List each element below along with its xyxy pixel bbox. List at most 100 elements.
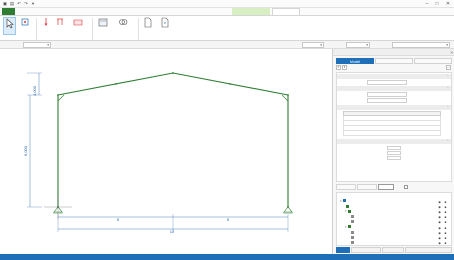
color-swatch-icon[interactable]: ■ <box>443 241 448 245</box>
maximize-button[interactable]: □ <box>432 0 442 8</box>
visibility-icon[interactable]: ◉ <box>437 231 442 235</box>
filter-icon[interactable]: ▾ <box>342 65 347 70</box>
tab-modell[interactable]: Modell <box>336 58 374 64</box>
import-button[interactable] <box>141 17 154 35</box>
property-value[interactable] <box>367 92 407 97</box>
tab-display[interactable] <box>97 8 114 15</box>
tree-node-icon <box>347 209 351 213</box>
dim-height-total-label: 6,000 <box>23 145 28 156</box>
tab-start[interactable] <box>16 8 32 15</box>
export-button[interactable] <box>155 17 175 35</box>
sort-icon[interactable]: ≡ <box>336 65 341 70</box>
color-swatch-icon[interactable]: ■ <box>443 215 448 219</box>
tab-properties[interactable] <box>73 8 96 15</box>
load-case-button[interactable] <box>95 17 110 35</box>
quick-access-dropdown-icon[interactable]: ▾ <box>30 1 36 7</box>
filter-bar <box>336 184 452 190</box>
save-icon[interactable]: ▤ <box>9 1 15 7</box>
section-dimensions[interactable] <box>337 139 451 144</box>
tab-outputs[interactable] <box>160 8 180 15</box>
tree-expander-icon[interactable]: ▾ <box>345 209 347 213</box>
tree-item[interactable] <box>350 240 355 245</box>
bottom-tab[interactable] <box>382 247 404 253</box>
color-swatch-icon[interactable]: ■ <box>443 220 448 224</box>
option-select-right1[interactable] <box>346 42 370 48</box>
option-select-mid[interactable] <box>302 42 324 48</box>
panel-close-icon[interactable]: × <box>450 50 453 55</box>
visibility-icon[interactable]: ◉ <box>437 215 442 219</box>
tree-expander-icon[interactable]: ▾ <box>345 225 347 229</box>
tree-expander-icon[interactable]: ▾ <box>340 199 342 203</box>
option-bar <box>0 41 454 49</box>
drawing-canvas[interactable]: 4,000 6,000 5 5 12 <box>0 49 332 254</box>
frame-drawing[interactable]: 4,000 6,000 5 5 12 <box>0 49 332 254</box>
tab-context-active[interactable] <box>272 8 300 15</box>
tree-node-icon <box>342 199 346 203</box>
visibility-icon[interactable]: ◉ <box>437 205 442 209</box>
tab-options[interactable] <box>181 8 221 15</box>
tab-results[interactable] <box>135 8 159 15</box>
options-icon[interactable]: ⋯ <box>446 65 451 70</box>
section-general[interactable] <box>337 74 451 79</box>
snap-button[interactable] <box>17 17 33 35</box>
tab-loads[interactable] <box>52 8 72 15</box>
property-value[interactable] <box>367 80 407 85</box>
filter-button[interactable] <box>336 184 356 190</box>
bottom-tab[interactable] <box>336 247 350 253</box>
tab-loads-panel[interactable] <box>375 58 413 64</box>
tab-calculation[interactable] <box>115 8 134 15</box>
visibility-icon[interactable]: ◉ <box>437 226 442 230</box>
app-logo-icon[interactable]: ▣ <box>2 1 8 7</box>
snap-icon <box>21 18 29 26</box>
undo-icon[interactable]: ↶ <box>16 1 22 7</box>
color-swatch-icon[interactable]: ■ <box>443 226 448 230</box>
property-row <box>337 80 451 85</box>
combination-button[interactable] <box>111 17 135 35</box>
color-swatch-icon[interactable]: ■ <box>443 236 448 240</box>
ribbon-panel <box>0 15 454 41</box>
tab-file[interactable] <box>2 8 15 15</box>
section-name[interactable] <box>337 86 451 91</box>
knee-brace-left <box>57 94 65 102</box>
property-value[interactable] <box>367 98 407 103</box>
filter-button[interactable] <box>357 184 377 190</box>
table-row[interactable] <box>343 131 441 136</box>
bottom-tab[interactable] <box>351 247 381 253</box>
visibility-icon[interactable]: ◉ <box>437 236 442 240</box>
section-material[interactable] <box>337 105 451 110</box>
title-bar: ▣ ▤ ↶ ↷ ▾ – □ ✕ <box>0 0 454 8</box>
tab-structure[interactable] <box>33 8 51 15</box>
line-load-button[interactable] <box>53 17 66 35</box>
frame-node <box>229 83 231 85</box>
redo-icon[interactable]: ↷ <box>23 1 29 7</box>
tab-context-design[interactable] <box>232 8 270 15</box>
properties-grid <box>336 72 452 182</box>
color-swatch-icon[interactable]: ■ <box>443 210 448 214</box>
visibility-icon[interactable]: ◉ <box>437 220 442 224</box>
filter-button[interactable] <box>378 184 394 190</box>
bottom-tab[interactable] <box>405 247 452 253</box>
visibility-icon[interactable]: ◉ <box>437 200 442 204</box>
dimension-value[interactable] <box>387 145 401 150</box>
ribbon-separator <box>138 18 139 40</box>
area-load-button[interactable] <box>67 17 89 35</box>
dimension-value[interactable] <box>387 155 401 160</box>
tab-display-panel[interactable] <box>414 58 452 64</box>
dim-total-span-label: 12 <box>170 229 175 234</box>
visibility-icon[interactable]: ◉ <box>437 210 442 214</box>
close-button[interactable]: ✕ <box>443 0 453 8</box>
color-swatch-icon[interactable]: ■ <box>443 231 448 235</box>
point-load-icon <box>44 18 48 26</box>
minimize-button[interactable]: – <box>422 0 432 8</box>
point-load-button[interactable] <box>40 17 52 35</box>
option-select-right2[interactable] <box>392 42 450 48</box>
dimension-value[interactable] <box>387 150 401 155</box>
tree-node-icon <box>351 240 354 244</box>
option-select-left[interactable] <box>23 42 51 48</box>
filter-checkbox[interactable] <box>404 185 408 189</box>
visibility-icon[interactable]: ◉ <box>437 241 442 245</box>
select-button[interactable] <box>3 17 16 35</box>
color-swatch-icon[interactable]: ■ <box>443 205 448 209</box>
color-swatch-icon[interactable]: ■ <box>443 200 448 204</box>
model-tree: ▾ ◉ ■ ◉ ■ ▾ ◉ ■ ◉ ■ ◉ ■ ▾ ◉ ■ ◉ ■ ◉ ■ ◉ ■ <box>336 192 452 246</box>
